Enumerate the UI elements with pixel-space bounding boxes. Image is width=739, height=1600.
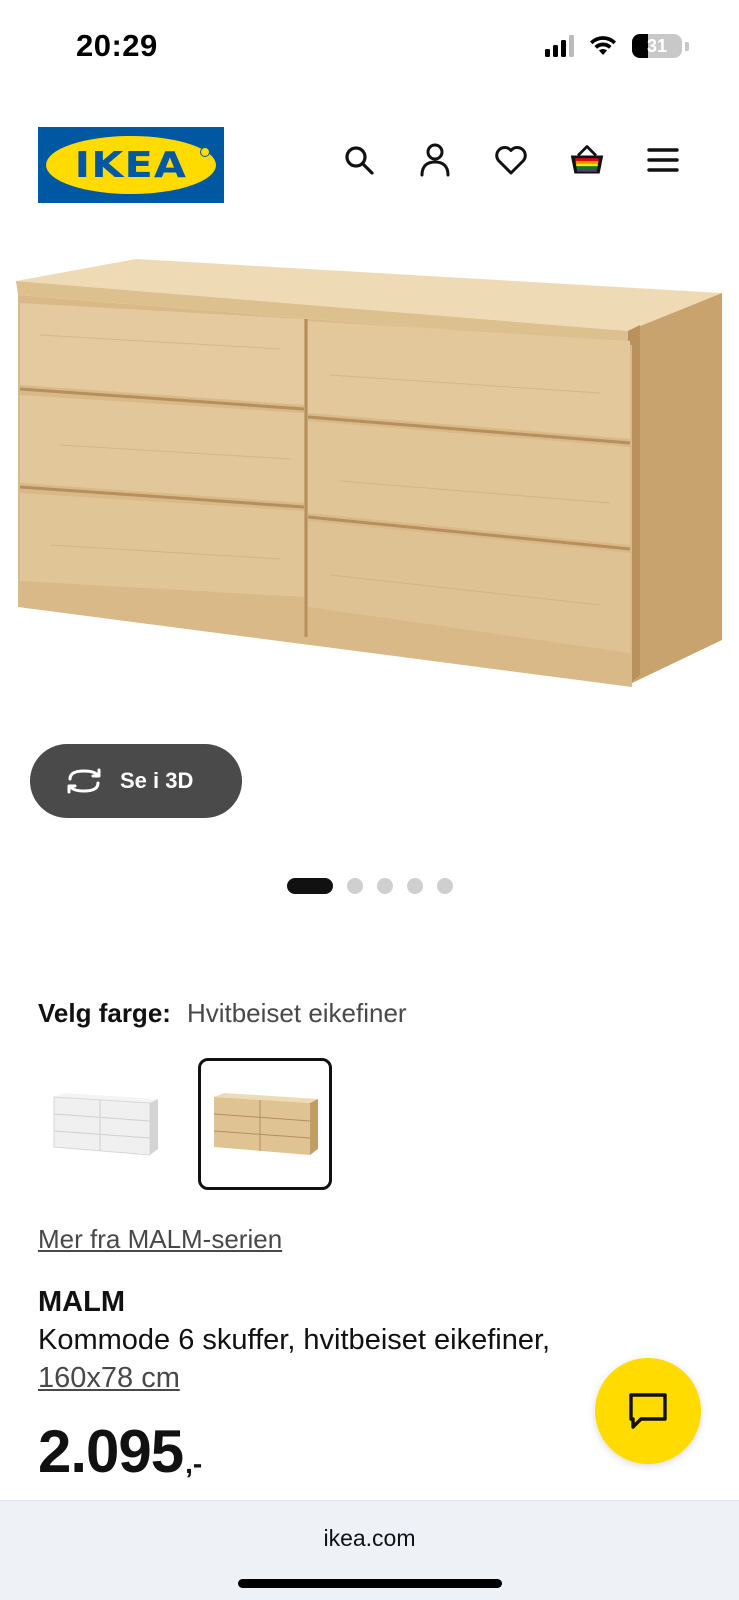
cart-button[interactable] — [569, 142, 605, 178]
heart-icon — [495, 146, 527, 175]
white-dresser-thumbnail — [53, 1093, 158, 1156]
color-label: Velg farge: — [38, 998, 171, 1028]
menu-icon — [647, 148, 679, 172]
product-size-link[interactable]: 160x78 cm — [38, 1362, 180, 1395]
battery-level: 31 — [646, 35, 668, 56]
price-value: 2.095 — [38, 1418, 184, 1485]
product-price: 2.095 ,- — [38, 1422, 202, 1482]
oak-dresser-thumbnail — [213, 1093, 318, 1155]
status-time: 20:29 — [76, 28, 158, 63]
account-icon — [420, 143, 450, 177]
signal-icon — [545, 35, 574, 57]
swatch-white-stained-oak[interactable] — [198, 1058, 332, 1190]
color-selector-label-row: Velg farge: Hvitbeiset eikefiner — [38, 998, 407, 1029]
gallery-dot-4[interactable] — [406, 878, 423, 894]
chat-button[interactable] — [595, 1358, 701, 1464]
status-icons: 31 — [545, 34, 689, 58]
site-header: IKEA — [0, 125, 739, 205]
logo-text: IKEA — [74, 144, 188, 186]
home-indicator[interactable] — [238, 1579, 502, 1588]
gallery-pagination — [0, 878, 739, 894]
selected-color: Hvitbeiset eikefiner — [186, 998, 407, 1028]
rotate-3d-icon — [67, 768, 101, 794]
ikea-logo[interactable]: IKEA — [38, 127, 224, 203]
product-description: Kommode 6 skuffer, hvitbeiset eikefiner, — [38, 1324, 551, 1356]
dresser-illustration — [16, 259, 722, 687]
product-name: MALM — [38, 1286, 125, 1318]
address-bar[interactable]: ikea.com — [0, 1525, 739, 1552]
battery-cap — [685, 41, 689, 51]
gallery-dot-5[interactable] — [436, 878, 453, 894]
swatch-white[interactable] — [38, 1058, 172, 1190]
gallery-dot-1[interactable] — [286, 878, 333, 894]
registered-mark — [200, 147, 210, 157]
gallery-dot-3[interactable] — [376, 878, 393, 894]
wishlist-button[interactable] — [493, 142, 529, 178]
battery-icon: 31 — [632, 34, 682, 58]
search-icon — [345, 146, 374, 175]
price-suffix: ,- — [185, 1448, 203, 1479]
header-actions — [341, 142, 681, 178]
logo-oval: IKEA — [46, 136, 216, 194]
search-button[interactable] — [341, 142, 377, 178]
browser-bar: ikea.com — [0, 1500, 739, 1600]
menu-button[interactable] — [645, 142, 681, 178]
status-bar: 20:29 31 — [0, 0, 739, 100]
view-3d-label: Se i 3D — [120, 768, 194, 793]
account-button[interactable] — [417, 142, 453, 178]
cart-icon — [570, 145, 604, 174]
chat-icon — [629, 1393, 667, 1429]
product-image[interactable] — [0, 245, 739, 745]
gallery-dot-2[interactable] — [346, 878, 363, 894]
series-link[interactable]: Mer fra MALM-serien — [38, 1224, 282, 1255]
wifi-icon — [590, 36, 616, 55]
view-3d-button[interactable]: Se i 3D — [30, 744, 242, 818]
color-swatches — [38, 1058, 332, 1190]
